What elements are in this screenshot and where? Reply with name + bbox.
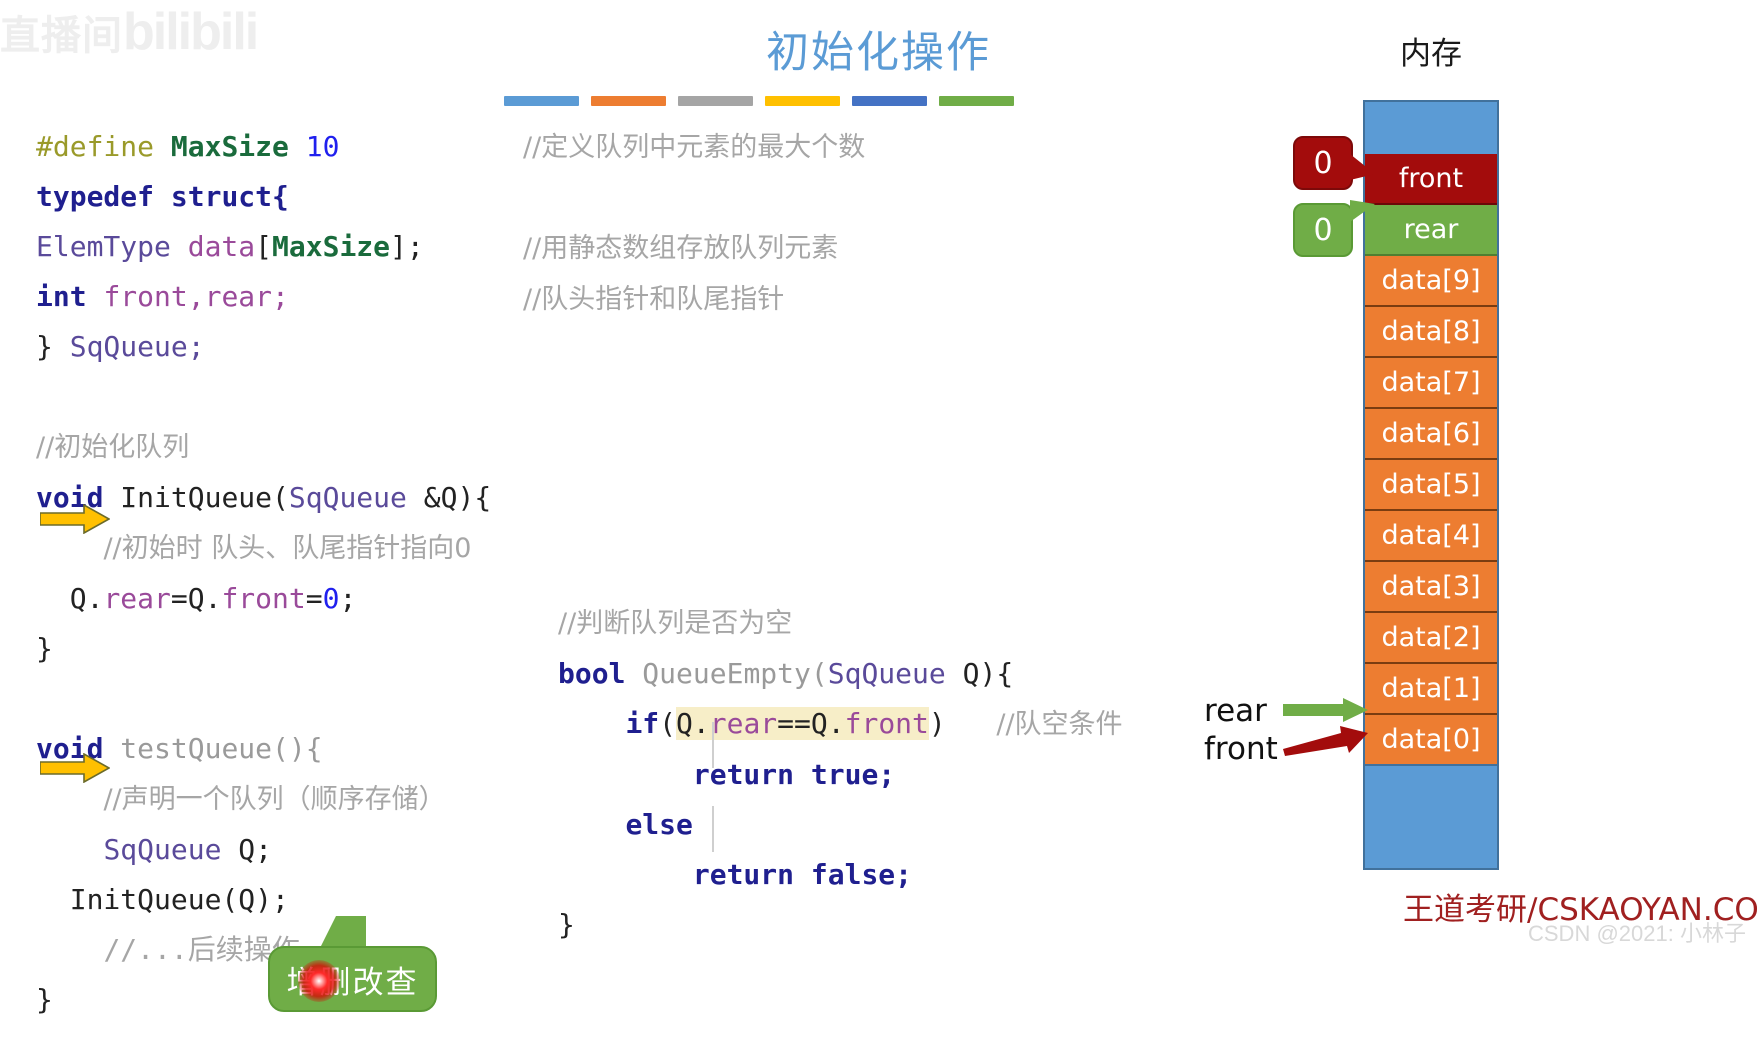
code-cond-equality: == <box>777 707 811 740</box>
front-value-label: 0 <box>1313 145 1333 181</box>
code-testqueue-name: testQueue(){ <box>103 732 323 765</box>
code-bool-keyword: bool <box>558 657 626 690</box>
code-elemtype: ElemType <box>36 230 171 263</box>
code-false-literal: false; <box>794 858 913 891</box>
code-sqqueue-typename: SqQueue; <box>69 330 205 363</box>
code-comment-init-queue: //初始化队列 <box>36 432 190 463</box>
front-pointer-arrow-icon <box>1283 726 1368 756</box>
csdn-watermark: CSDN @2021: 小林子 <box>1528 921 1746 946</box>
memory-cell-rear: rear <box>1365 205 1497 256</box>
memory-cell-data-3: data[3] <box>1365 562 1497 613</box>
code-stmt-zero: 0 <box>322 582 340 615</box>
comment-is-queue-empty: //判断队列是否为空 <box>558 608 793 639</box>
code-initqueue-call: InitQueue(Q); <box>69 883 289 916</box>
comment-head-tail-pointer: //队头指针和队尾指针 <box>523 284 785 315</box>
memory-cell-data-0: data[0] <box>1365 715 1497 766</box>
code-int-keyword: int <box>36 280 87 313</box>
code-initqueue-name: InitQueue( <box>103 481 289 514</box>
code-stmt-rear: rear <box>103 582 171 615</box>
memory-cell-data-1: data[1] <box>1365 664 1497 715</box>
memory-cell-data-9: data[9] <box>1365 256 1497 307</box>
memory-cell-bottom-blank <box>1365 766 1497 868</box>
code-cond-rear: rear <box>709 707 778 740</box>
title-bar-6 <box>939 96 1014 106</box>
indent-guide-else-body <box>712 806 714 852</box>
code-if-paren-close: ) <box>928 707 946 740</box>
code-front-rear-members: front,rear; <box>103 280 289 313</box>
code-maxsize-value: 10 <box>305 130 340 163</box>
pointer-label-front: front <box>1204 731 1278 767</box>
step-arrow-icon-call <box>40 753 110 783</box>
memory-cell-data-2: data[2] <box>1365 613 1497 664</box>
code-data-member: data <box>187 230 256 263</box>
code-cond-front: front <box>844 707 929 740</box>
code-define-keyword: #define <box>36 130 155 163</box>
memory-cell-data-5: data[5] <box>1365 460 1497 511</box>
code-if-keyword: if <box>625 707 660 740</box>
title-bar-1 <box>504 96 579 106</box>
title-bar-2 <box>591 96 666 106</box>
code-struct-close: } <box>36 330 70 363</box>
code-comment-declare-queue: //声明一个队列（顺序存储） <box>103 784 446 815</box>
code-init-brace-close: } <box>36 632 53 665</box>
memory-cell-front: front <box>1365 154 1497 205</box>
code-if-paren-open: ( <box>659 707 677 740</box>
code-stmt-eq1: =Q. <box>170 582 222 615</box>
code-close-bracket: ]; <box>390 230 424 263</box>
comment-empty-condition: //队空条件 <box>996 709 1123 740</box>
memory-cell-data-4: data[4] <box>1365 511 1497 562</box>
laser-pointer-dot-icon <box>298 960 340 1002</box>
code-sqqueue-decl: SqQueue <box>103 833 222 866</box>
code-queueempty-brace-close: } <box>558 908 575 941</box>
code-stmt-front: front <box>221 582 306 615</box>
code-typedef-keyword: typedef <box>36 180 155 213</box>
code-initqueue-sig-tail: &Q){ <box>406 481 492 514</box>
code-open-bracket: [ <box>255 230 273 263</box>
code-stmt-semicolon: ; <box>339 582 357 615</box>
title-bar-3 <box>678 96 753 106</box>
code-maxsize-name: MaxSize <box>170 130 289 163</box>
rear-pointer-arrow-icon <box>1283 698 1368 722</box>
title-bar-5 <box>852 96 927 106</box>
code-return-true-keyword: return <box>692 758 795 791</box>
front-value-callout: 0 <box>1293 136 1353 190</box>
memory-cell-top-blank <box>1365 102 1497 154</box>
indent-guide-if-body <box>712 722 714 768</box>
title-decoration-bars <box>504 96 1014 106</box>
code-maxsize-ref: MaxSize <box>272 230 391 263</box>
code-block-struct-and-init: #define MaxSize 10 typedef struct{ ElemT… <box>36 122 491 1025</box>
memory-cell-data-6: data[6] <box>1365 409 1497 460</box>
code-comment-init-pointers: //初始时 队头、队尾指针指向0 <box>103 533 472 564</box>
rear-value-callout: 0 <box>1293 203 1353 257</box>
comment-static-array: //用静态数组存放队列元素 <box>523 233 839 264</box>
code-queueempty-param-tail: Q){ <box>945 657 1014 690</box>
memory-stack: front rear data[9] data[8] data[7] data[… <box>1363 100 1499 870</box>
code-sqqueue-param: SqQueue <box>288 481 407 514</box>
pointer-label-rear: rear <box>1204 693 1267 729</box>
code-stmt-eq2: = <box>305 582 323 615</box>
code-cond-q1: Q. <box>676 707 710 740</box>
code-struct-keyword: struct{ <box>170 180 289 213</box>
code-test-brace-close: } <box>36 983 53 1016</box>
code-else-keyword: else <box>625 808 693 841</box>
code-true-literal: true; <box>794 758 896 791</box>
rear-value-label: 0 <box>1313 212 1333 248</box>
code-q-decl: Q; <box>221 833 273 866</box>
memory-cell-data-8: data[8] <box>1365 307 1497 358</box>
code-queueempty-name: QueueEmpty( <box>625 657 828 690</box>
memory-cell-data-7: data[7] <box>1365 358 1497 409</box>
title-bar-4 <box>765 96 840 106</box>
code-comment-column: //定义队列中元素的最大个数 //用静态数组存放队列元素 //队头指针和队尾指针 <box>523 122 865 325</box>
comment-define-max: //定义队列中元素的最大个数 <box>523 132 866 163</box>
rear-callout-tail-icon <box>1350 200 1375 222</box>
code-cond-q2: Q. <box>810 707 845 740</box>
crud-callout-box: 增删改查 <box>268 946 437 1012</box>
step-arrow-icon-init <box>40 504 110 534</box>
code-stmt-q1: Q. <box>69 582 104 615</box>
code-block-queue-empty: //判断队列是否为空 bool QueueEmpty(SqQueue Q){ i… <box>558 598 1123 950</box>
code-return-false-keyword: return <box>692 858 795 891</box>
code-queueempty-param-type: SqQueue <box>827 657 946 690</box>
memory-diagram-title: 内存 <box>1400 36 1462 72</box>
front-callout-tail-icon <box>1350 154 1375 180</box>
